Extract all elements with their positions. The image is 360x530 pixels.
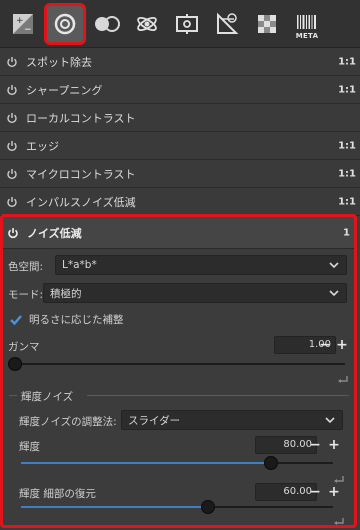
module-local-contrast[interactable]: ローカルコントラスト (0, 104, 360, 132)
module-impulse-noise[interactable]: インパルスノイズ低減 1:1 (0, 188, 360, 216)
power-icon[interactable] (6, 196, 18, 208)
plus-button[interactable]: + (336, 338, 348, 352)
power-icon[interactable] (7, 227, 19, 239)
module-zoom-badge: 1 (343, 227, 350, 238)
section-divider (9, 395, 17, 396)
checkmark-icon (10, 314, 22, 325)
raw-icon[interactable] (208, 5, 246, 43)
detail-recovery-slider-knob[interactable] (201, 500, 216, 514)
module-sharpening[interactable]: シャープニング 1:1 (0, 76, 360, 104)
detail-recovery-value-field[interactable]: 60.00 (255, 483, 317, 501)
module-label: エッジ (26, 139, 59, 153)
module-label: スポット除去 (26, 55, 92, 69)
meta-label: META (295, 31, 319, 40)
module-label: シャープニング (26, 83, 103, 97)
method-label: 輝度ノイズの調整法: (19, 416, 117, 428)
plus-button[interactable]: + (328, 485, 340, 499)
gamma-label: ガンマ (8, 341, 40, 353)
mode-select[interactable]: 積極的 (43, 283, 347, 303)
module-zoom-badge: 1:1 (338, 84, 356, 95)
chevron-down-icon (329, 290, 339, 297)
svg-text:+: + (16, 16, 24, 26)
transform-icon[interactable] (168, 5, 206, 43)
basic-adjust-icon[interactable]: + − (4, 5, 42, 43)
gamma-slider-track[interactable] (15, 363, 345, 365)
module-edges[interactable]: エッジ 1:1 (0, 132, 360, 160)
colorspace-select[interactable]: L*a*b* (55, 255, 347, 275)
reset-icon[interactable] (337, 373, 349, 383)
method-value: スライダー (128, 414, 181, 427)
chevron-down-icon (325, 417, 335, 424)
luminance-slider-fill (21, 462, 271, 464)
module-label: インパルスノイズ低減 (26, 195, 136, 209)
power-icon[interactable] (6, 112, 18, 124)
brightness-dependent-label: 明るさに応じた補整 (29, 314, 124, 326)
meta-icon[interactable]: META (288, 5, 326, 43)
power-icon[interactable] (6, 84, 18, 96)
section-divider (87, 395, 349, 396)
luminance-slider-knob[interactable] (263, 456, 278, 470)
module-zoom-badge: 1:1 (338, 56, 356, 67)
module-label: ノイズ低減 (27, 226, 82, 240)
luminance-label: 輝度 (19, 441, 40, 453)
module-zoom-badge: 1:1 (338, 196, 356, 207)
reset-icon[interactable] (333, 473, 345, 483)
correction-icon[interactable] (44, 2, 86, 45)
module-list: スポット除去 1:1 シャープニング 1:1 ローカルコントラスト エッジ 1:… (0, 48, 360, 216)
luminance-noise-section-title: 輝度ノイズ (21, 391, 74, 403)
gamma-slider-knob[interactable] (8, 357, 22, 371)
colorspace-label: 色空間: (8, 261, 44, 273)
color-icon[interactable] (88, 5, 126, 43)
brightness-dependent-checkbox[interactable]: 明るさに応じた補整 (9, 312, 124, 327)
detail-recovery-label: 輝度 細部の復元 (19, 488, 96, 500)
module-label: マイクロコントラスト (26, 167, 136, 181)
tool-tabs-toolbar: + − META (0, 0, 360, 48)
module-label: ローカルコントラスト (26, 111, 136, 125)
reset-icon[interactable] (333, 515, 345, 525)
mode-label: モード: (8, 289, 44, 301)
luminance-value-field[interactable]: 80.00 (255, 436, 317, 454)
minus-button[interactable]: − (309, 485, 321, 499)
power-icon[interactable] (6, 56, 18, 68)
power-icon[interactable] (6, 140, 18, 152)
plus-button[interactable]: + (328, 438, 340, 452)
power-icon[interactable] (6, 168, 18, 180)
svg-text:−: − (24, 25, 32, 35)
noise-reduction-header[interactable]: ノイズ低減 1 (3, 217, 354, 249)
minus-button[interactable]: − (309, 438, 321, 452)
effect-icon[interactable] (128, 5, 166, 43)
module-zoom-badge: 1:1 (338, 140, 356, 151)
mode-value: 積極的 (50, 287, 82, 300)
module-micro-contrast[interactable]: マイクロコントラスト 1:1 (0, 160, 360, 188)
pixel-shift-icon[interactable] (248, 5, 286, 43)
noise-reduction-panel: ノイズ低減 1 色空間: L*a*b* モード: 積極的 明るさに応じた補整 ガ… (0, 214, 357, 528)
detail-recovery-slider-fill (21, 506, 209, 508)
minus-button[interactable]: − (319, 338, 331, 352)
colorspace-value: L*a*b* (62, 259, 97, 271)
module-spot-removal[interactable]: スポット除去 1:1 (0, 48, 360, 76)
chevron-down-icon (329, 262, 339, 269)
module-zoom-badge: 1:1 (338, 168, 356, 179)
method-select[interactable]: スライダー (121, 410, 343, 430)
